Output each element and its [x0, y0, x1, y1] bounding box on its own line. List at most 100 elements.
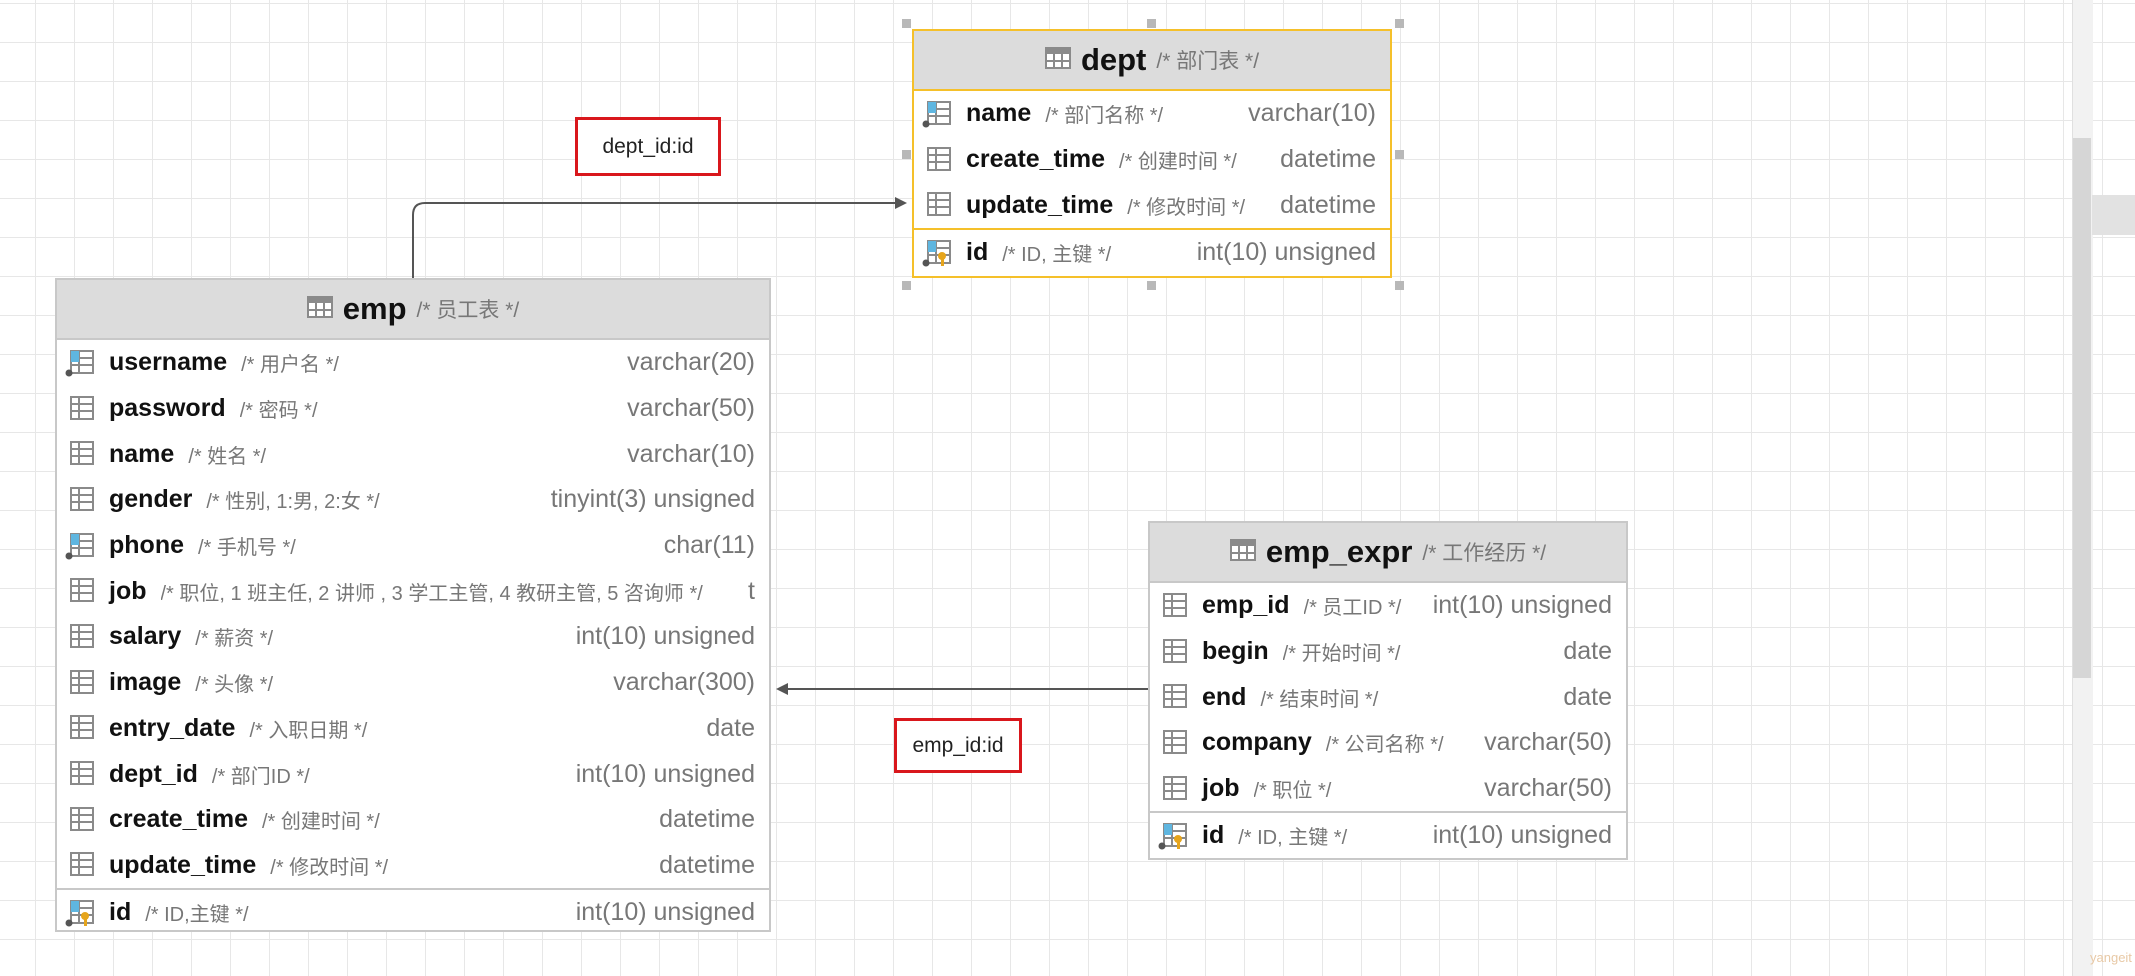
column-comment: /* 创建时间 */ [1118, 151, 1237, 174]
column-type: datetime [659, 850, 755, 879]
column-comment: /* 职位, 1 班主任, 2 讲师 , 3 学工主管, 4 教研主管, 5 咨… [160, 582, 703, 605]
table-comment: /* 员工表 */ [416, 299, 520, 322]
column-icon [65, 760, 97, 788]
resize-handle[interactable] [1395, 281, 1404, 290]
column-name: password [109, 394, 226, 423]
resize-handle[interactable] [1395, 19, 1404, 28]
column-name: job [109, 576, 147, 605]
table-icon [306, 295, 333, 323]
column-comment: /* 开始时间 */ [1282, 643, 1401, 666]
column-comment: /* 性别, 1:男, 2:女 */ [206, 491, 380, 514]
side-panel-tab[interactable] [2092, 195, 2135, 235]
table-header[interactable]: emp /* 员工表 */ [57, 280, 769, 340]
column-name: phone [109, 531, 184, 560]
column-name: dept_id [109, 759, 198, 788]
column-row[interactable]: emp_id /* 员工ID */ int(10) unsigned [1150, 583, 1626, 629]
column-row[interactable]: update_time /* 修改时间 */ datetime [914, 182, 1390, 228]
column-icon [65, 395, 97, 423]
column-row[interactable]: phone /* 手机号 */ char(11) [57, 523, 769, 569]
column-name: create_time [109, 805, 248, 834]
primary-key-row[interactable]: id /* ID, 主键 */ int(10) unsigned [1150, 811, 1626, 858]
column-comment: /* 部门ID */ [211, 765, 310, 788]
column-type: varchar(50) [1484, 774, 1612, 803]
column-row[interactable]: salary /* 薪资 */ int(10) unsigned [57, 614, 769, 660]
column-name: begin [1202, 637, 1269, 666]
column-name: id [1202, 821, 1225, 850]
column-row[interactable]: username /* 用户名 */ varchar(20) [57, 340, 769, 386]
column-type: int(10) unsigned [1196, 238, 1376, 267]
column-row[interactable]: end /* 结束时间 */ date [1150, 674, 1626, 720]
column-row[interactable]: job /* 职位 */ varchar(50) [1150, 766, 1626, 812]
column-type: date [706, 713, 755, 742]
diagram-canvas[interactable]: dept_id:id emp_id:id dept /* 部门表 */ name /*… [0, 0, 2135, 976]
relation-label-emp-id[interactable]: emp_id:id [894, 718, 1022, 773]
column-name: id [109, 898, 132, 927]
table-dept[interactable]: dept /* 部门表 */ name /* 部门名称 */ varchar(10) cr… [912, 29, 1392, 278]
column-type: date [1563, 682, 1612, 711]
column-comment: /* ID, 主键 */ [1002, 244, 1112, 267]
column-comment: /* 头像 */ [195, 674, 274, 697]
column-row[interactable]: password /* 密码 */ varchar(50) [57, 386, 769, 432]
table-header[interactable]: emp_expr /* 工作经历 */ [1150, 523, 1626, 583]
column-comment: /* 姓名 */ [188, 445, 267, 468]
column-type: int(10) unsigned [1432, 591, 1612, 620]
primary-key-row[interactable]: id /* ID,主键 */ int(10) unsigned [57, 888, 769, 935]
column-row[interactable]: entry_date /* 入职日期 */ date [57, 706, 769, 752]
column-indexed-icon [65, 349, 97, 377]
column-row[interactable]: dept_id /* 部门ID */ int(10) unsigned [57, 751, 769, 797]
resize-handle[interactable] [902, 19, 911, 28]
relation-label-text: dept_id:id [602, 134, 694, 158]
column-type: datetime [1280, 145, 1376, 174]
column-row[interactable]: name /* 部门名称 */ varchar(10) [914, 91, 1390, 137]
column-icon [65, 806, 97, 834]
column-row[interactable]: job /* 职位, 1 班主任, 2 讲师 , 3 学工主管, 4 教研主管, … [57, 568, 769, 614]
column-name: image [109, 668, 182, 697]
column-type: date [1563, 637, 1612, 666]
column-name: salary [109, 622, 182, 651]
table-name: dept [1080, 42, 1147, 77]
column-icon [65, 714, 97, 742]
column-icon [1158, 775, 1190, 803]
column-name: company [1202, 728, 1312, 757]
column-icon [922, 146, 954, 174]
column-comment: /* 薪资 */ [195, 628, 274, 651]
column-name: update_time [109, 850, 257, 879]
column-type: datetime [1280, 190, 1376, 219]
column-comment: /* 手机号 */ [198, 537, 296, 560]
resize-handle[interactable] [1147, 19, 1156, 28]
column-type: varchar(10) [1248, 99, 1376, 128]
column-row[interactable]: image /* 头像 */ varchar(300) [57, 660, 769, 706]
column-icon [65, 851, 97, 879]
relation-label-dept-id[interactable]: dept_id:id [575, 117, 721, 176]
column-comment: /* 职位 */ [1253, 780, 1332, 803]
resize-handle[interactable] [902, 281, 911, 290]
resize-handle[interactable] [902, 150, 911, 159]
column-row[interactable]: create_time /* 创建时间 */ datetime [57, 797, 769, 843]
column-row[interactable]: create_time /* 创建时间 */ datetime [914, 137, 1390, 183]
table-emp-expr[interactable]: emp_expr /* 工作经历 */ emp_id /* 员工ID */ int(10… [1148, 521, 1628, 860]
table-comment: /* 部门表 */ [1156, 50, 1260, 73]
column-type: int(10) unsigned [575, 898, 755, 927]
column-row[interactable]: name /* 姓名 */ varchar(10) [57, 431, 769, 477]
table-header[interactable]: dept /* 部门表 */ [914, 31, 1390, 91]
table-comment: /* 工作经历 */ [1422, 542, 1547, 565]
connector-emp-dept [412, 197, 907, 278]
resize-handle[interactable] [1147, 281, 1156, 290]
column-icon [1158, 592, 1190, 620]
column-row[interactable]: company /* 公司名称 */ varchar(50) [1150, 720, 1626, 766]
column-row[interactable]: gender /* 性别, 1:男, 2:女 */ tinyint(3) unsig… [57, 477, 769, 523]
vertical-scrollbar-thumb[interactable] [2073, 138, 2091, 678]
column-icon [65, 486, 97, 514]
column-comment: /* ID,主键 */ [145, 904, 249, 927]
column-row[interactable]: update_time /* 修改时间 */ datetime [57, 843, 769, 889]
column-type: varchar(20) [627, 348, 755, 377]
column-icon [1158, 729, 1190, 757]
primary-key-icon [1158, 822, 1190, 850]
column-name: id [966, 238, 989, 267]
resize-handle[interactable] [1395, 150, 1404, 159]
column-type: varchar(10) [627, 439, 755, 468]
table-emp[interactable]: emp /* 员工表 */ username /* 用户名 */ varchar(20)… [55, 278, 771, 932]
column-row[interactable]: begin /* 开始时间 */ date [1150, 629, 1626, 675]
primary-key-row[interactable]: id /* ID, 主键 */ int(10) unsigned [914, 228, 1390, 275]
relation-label-text: emp_id:id [912, 733, 1004, 757]
